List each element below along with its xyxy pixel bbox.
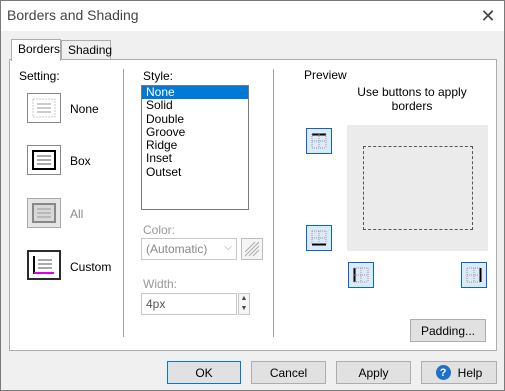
style-label: Style: (143, 69, 174, 83)
apply-button-label: Apply (358, 365, 389, 380)
setting-label: Setting: (19, 69, 60, 83)
setting-none-label: None (70, 102, 99, 116)
border-bottom-icon (311, 230, 327, 246)
width-spinner[interactable]: ▲ ▼ (238, 293, 250, 315)
setting-all-label: All (70, 207, 84, 221)
setting-all-option[interactable] (27, 198, 61, 228)
setting-custom-option[interactable] (27, 250, 61, 280)
divider (123, 69, 124, 337)
style-item-none[interactable]: None (142, 85, 248, 100)
border-none-icon (32, 98, 56, 118)
help-button-label: Help (457, 365, 483, 380)
close-button[interactable]: ✕ (472, 1, 504, 31)
borders-and-shading-dialog: Borders and Shading ✕ Borders Shading Se… (0, 0, 505, 391)
ok-button[interactable]: OK (167, 361, 241, 384)
setting-box-option[interactable] (27, 145, 61, 175)
border-all-icon (32, 203, 56, 223)
preview-box (363, 146, 473, 230)
setting-custom-label: Custom (70, 260, 112, 274)
close-icon: ✕ (480, 5, 496, 26)
title-bar: Borders and Shading ✕ (1, 1, 504, 31)
style-item-groove[interactable]: Groove (142, 125, 248, 139)
color-dropdown-value: (Automatic) (146, 242, 208, 256)
style-item-inset[interactable]: Inset (142, 152, 248, 165)
dialog-title: Borders and Shading (7, 7, 139, 23)
color-picker-button[interactable] (241, 238, 263, 260)
width-input-value: 4px (146, 297, 166, 311)
cancel-button-label: Cancel (269, 365, 308, 380)
preview-label: Preview (304, 68, 347, 82)
border-top-icon (311, 133, 327, 149)
border-right-icon (466, 267, 482, 283)
cancel-button[interactable]: Cancel (251, 361, 326, 384)
preview-hint: Use buttons to apply borders (357, 85, 467, 113)
style-item-outset[interactable]: Outset (142, 165, 248, 179)
spin-up-icon[interactable]: ▲ (239, 294, 249, 304)
color-label: Color: (143, 223, 176, 237)
help-icon: ? (435, 365, 451, 380)
tab-shading-label: Shading (68, 43, 113, 57)
chevron-down-icon: ⌵ (224, 242, 232, 253)
border-box-icon (32, 150, 56, 170)
right-border-button[interactable] (461, 262, 487, 288)
help-button[interactable]: ? Help (421, 361, 497, 384)
left-border-button[interactable] (348, 262, 374, 288)
tab-borders[interactable]: Borders (11, 39, 61, 61)
color-swatch-icon (244, 241, 260, 257)
apply-button[interactable]: Apply (336, 361, 411, 384)
width-input[interactable]: 4px (141, 293, 237, 315)
border-left-icon (353, 267, 369, 283)
setting-none-option[interactable] (27, 93, 61, 123)
style-item-double[interactable]: Double (142, 112, 248, 126)
bottom-border-button[interactable] (306, 225, 332, 251)
spin-down-icon[interactable]: ▼ (239, 304, 249, 314)
padding-button-label: Padding... (420, 323, 476, 338)
style-item-ridge[interactable]: Ridge (142, 139, 248, 152)
tab-shading[interactable]: Shading (61, 40, 113, 61)
setting-box-label: Box (70, 154, 91, 168)
style-item-solid[interactable]: Solid (142, 99, 248, 112)
divider (273, 69, 274, 337)
tab-borders-label: Borders (18, 42, 61, 56)
border-custom-icon (33, 256, 54, 274)
color-dropdown[interactable]: (Automatic) ⌵ (141, 238, 237, 260)
width-label: Width: (143, 277, 178, 291)
top-border-button[interactable] (306, 128, 332, 154)
style-listbox[interactable]: None Solid Double Groove Ridge Inset Out… (141, 85, 249, 210)
ok-button-label: OK (195, 365, 213, 380)
padding-button[interactable]: Padding... (410, 319, 486, 342)
